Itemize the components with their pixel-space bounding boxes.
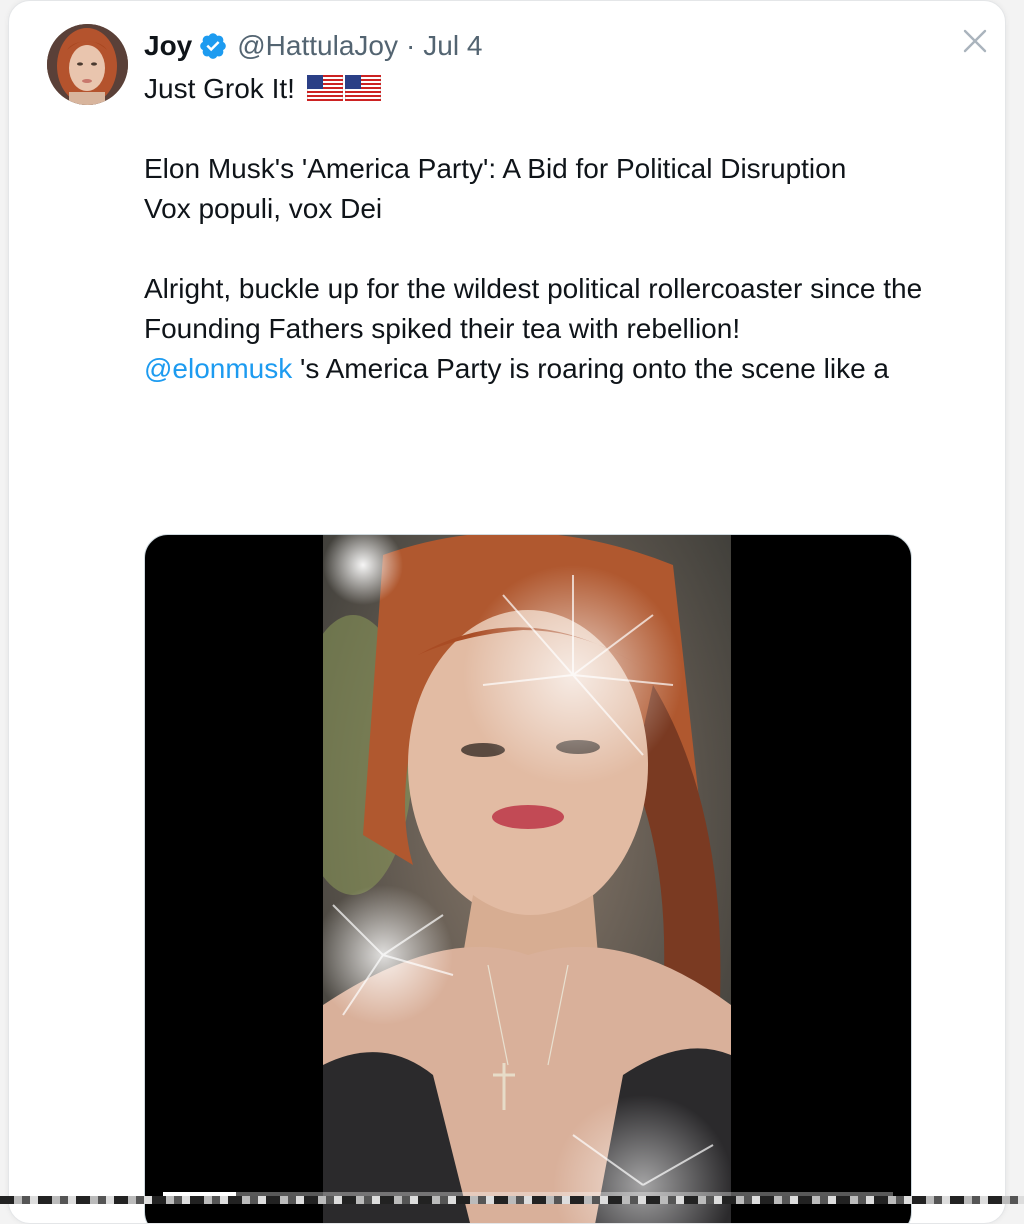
mention-link[interactable]: @elonmusk bbox=[144, 353, 292, 384]
header-separator: · bbox=[405, 30, 416, 61]
us-flag-emoji bbox=[306, 75, 343, 101]
tweet-headline: Elon Musk's 'America Party': A Bid for P… bbox=[144, 153, 847, 184]
tweet-text: Just Grok It! Elon Musk's 'America Party… bbox=[144, 69, 924, 389]
tweet-date[interactable]: Jul 4 bbox=[423, 30, 482, 62]
tweet-header: Joy @HattulaJoy · Jul 4 bbox=[144, 26, 482, 66]
tweet-line-1: Just Grok It! bbox=[144, 73, 295, 104]
tweet-body: Alright, buckle up for the wildest polit… bbox=[144, 273, 923, 344]
bottom-edge bbox=[0, 1196, 1024, 1204]
us-flag-emoji bbox=[344, 75, 381, 101]
verified-badge-icon bbox=[200, 33, 227, 59]
close-icon[interactable] bbox=[959, 25, 991, 57]
tweet-motto: Vox populi, vox Dei bbox=[144, 193, 383, 224]
author-avatar[interactable] bbox=[47, 24, 128, 105]
video-player[interactable] bbox=[144, 534, 912, 1223]
author-name[interactable]: Joy bbox=[144, 30, 192, 62]
tweet-body-continued: 's America Party is roaring onto the sce… bbox=[292, 353, 890, 384]
tweet-card: Joy @HattulaJoy · Jul 4 Just Grok It! El… bbox=[8, 0, 1006, 1224]
author-handle[interactable]: @HattulaJoy bbox=[237, 30, 398, 62]
video-frame[interactable] bbox=[323, 535, 731, 1223]
